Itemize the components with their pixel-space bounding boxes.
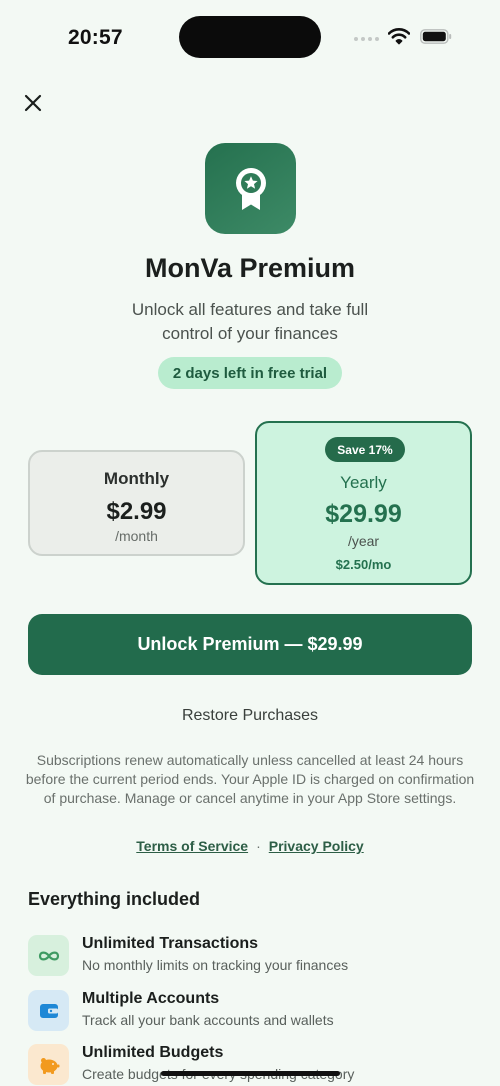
feature-title: Unlimited Transactions: [82, 935, 259, 952]
save-badge: Save 17%: [325, 437, 405, 462]
plan-period: /month: [115, 528, 158, 544]
infinity-icon: [38, 951, 59, 960]
feature-item: Multiple Accounts Track all your bank ac…: [28, 990, 472, 1034]
page-subtitle: Unlock all features and take full contro…: [131, 300, 369, 343]
feature-icon-tile: [28, 990, 69, 1031]
plan-name: Monthly: [103, 469, 170, 488]
plan-per-month-price: $2.50/mo: [335, 557, 392, 572]
plan-period: /year: [347, 533, 380, 549]
link-separator: ·: [256, 838, 261, 854]
restore-purchases-button[interactable]: Restore Purchases: [150, 707, 350, 725]
page-title: MonVa Premium: [144, 253, 356, 283]
plan-name: Yearly: [340, 473, 387, 492]
legal-links: Terms of Service · Privacy Policy: [0, 838, 500, 854]
plan-price: $2.99: [106, 498, 167, 525]
feature-description: No monthly limits on tracking your finan…: [82, 957, 349, 973]
plan-option-yearly[interactable]: Save 17% Yearly $29.99 /year $2.50/mo: [255, 421, 472, 585]
privacy-policy-link[interactable]: Privacy Policy: [269, 838, 364, 854]
dynamic-island: [179, 16, 321, 58]
battery-icon: [420, 29, 452, 44]
wifi-icon: [388, 28, 410, 45]
premium-app-icon: [205, 143, 296, 234]
feature-description: Track all your bank accounts and wallets: [82, 1012, 334, 1028]
plan-price: $29.99: [325, 500, 402, 528]
status-bar: 20:57: [0, 0, 500, 74]
plan-option-monthly[interactable]: Monthly $2.99 /month: [28, 450, 245, 556]
features-section-title: Everything included: [28, 889, 201, 909]
cellular-signal-icon: [354, 37, 379, 41]
status-time: 20:57: [68, 26, 123, 49]
wallet-icon: [39, 1003, 58, 1018]
subscription-legal-text: Subscriptions renew automatically unless…: [25, 752, 475, 806]
feature-item: Unlimited Transactions No monthly limits…: [28, 935, 472, 979]
feature-title: Multiple Accounts: [82, 990, 220, 1007]
trial-badge: 2 days left in free trial: [158, 357, 342, 389]
feature-icon-tile: [28, 1044, 69, 1085]
unlock-premium-button[interactable]: Unlock Premium — $29.99: [28, 614, 472, 675]
piggy-bank-icon: [40, 1057, 59, 1074]
feature-item: Unlimited Budgets Create budgets for eve…: [28, 1044, 472, 1086]
award-ribbon-icon: [235, 167, 266, 210]
close-button[interactable]: [20, 90, 46, 116]
terms-of-service-link[interactable]: Terms of Service: [136, 838, 248, 854]
close-icon: [24, 94, 42, 112]
feature-title: Unlimited Budgets: [82, 1044, 224, 1061]
feature-icon-tile: [28, 935, 69, 976]
paywall-screen: 20:57 MonVa Premium Unlock all features …: [0, 0, 500, 1086]
home-indicator: [161, 1071, 340, 1076]
